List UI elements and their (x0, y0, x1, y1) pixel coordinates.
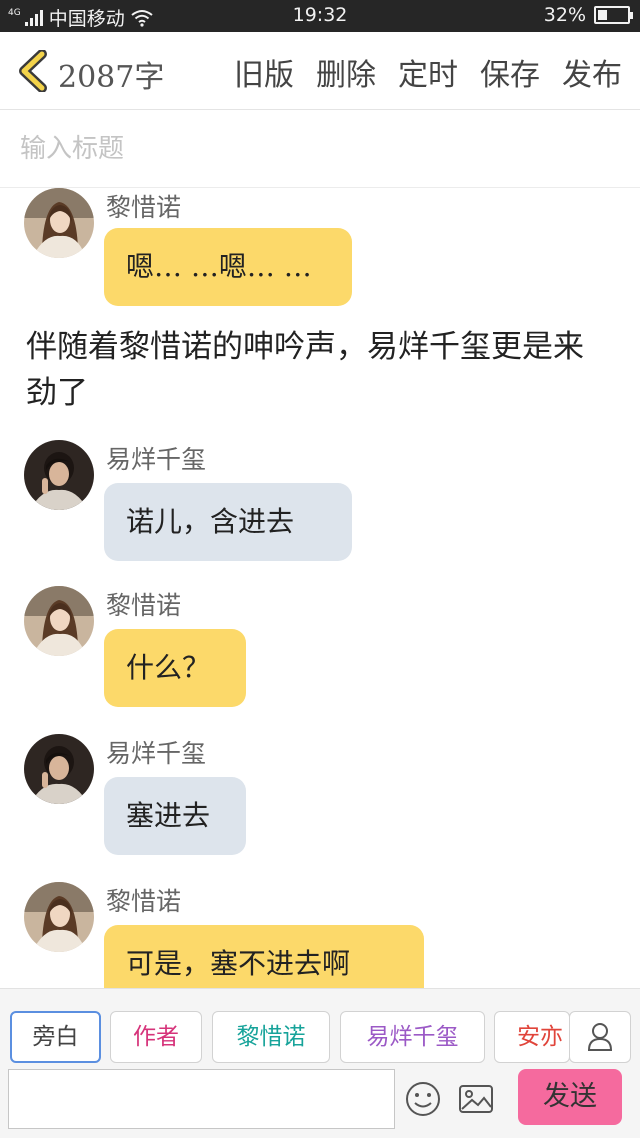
female-portrait-icon (24, 882, 94, 952)
chat-bubble[interactable]: 诺儿，含进去 (104, 483, 352, 561)
chat-bubble[interactable]: 嗯… …嗯… … (104, 228, 352, 306)
composer-row: 发送 (0, 1069, 640, 1131)
emoji-icon[interactable] (403, 1079, 443, 1119)
person-icon (587, 1023, 613, 1051)
message-input[interactable] (8, 1069, 395, 1129)
chat-area[interactable]: 黎惜诺 嗯… …嗯… … 伴随着黎惜诺的呻吟声，易烊千玺更是来劲了 易烊千玺 诺… (0, 188, 640, 988)
female-portrait-icon (24, 586, 94, 656)
role-tab-narrator[interactable]: 旁白 (10, 1011, 101, 1063)
title-row (0, 110, 640, 188)
role-tab-author[interactable]: 作者 (110, 1011, 202, 1063)
role-label: 旁白 (32, 1024, 79, 1050)
avatar-female[interactable] (24, 586, 94, 656)
speaker-name: 黎惜诺 (106, 591, 182, 620)
battery-fill (598, 10, 607, 20)
role-tab-linuo[interactable]: 黎惜诺 (212, 1011, 330, 1063)
role-label: 黎惜诺 (236, 1024, 306, 1050)
role-label: 作者 (133, 1024, 179, 1050)
status-bar: 4G 中国移动 19:32 32% (0, 0, 640, 32)
role-label: 安亦 (517, 1024, 563, 1050)
role-selector: 旁白 作者 黎惜诺 易烊千玺 安亦 (0, 1011, 640, 1065)
role-tab-yiyangqianxi[interactable]: 易烊千玺 (340, 1011, 485, 1063)
male-portrait-icon (24, 440, 94, 510)
battery-icon (594, 6, 633, 24)
image-icon[interactable] (456, 1079, 496, 1119)
chat-bubble[interactable]: 塞进去 (104, 777, 246, 855)
chat-bubble[interactable]: 可是，塞不进去啊 (104, 925, 424, 988)
publish-button[interactable]: 发布 (562, 50, 622, 94)
title-input[interactable] (20, 128, 620, 170)
delete-button[interactable]: 删除 (316, 50, 376, 94)
speaker-name: 黎惜诺 (106, 193, 182, 222)
send-button[interactable]: 发送 (518, 1069, 622, 1125)
toolbar-actions: 旧版 删除 定时 保存 发布 (234, 50, 622, 94)
speaker-name: 黎惜诺 (106, 887, 182, 916)
battery-percent: 32% (543, 4, 586, 26)
chat-message: 黎惜诺 可是，塞不进去啊 (0, 882, 640, 988)
speaker-name: 易烊千玺 (106, 739, 207, 768)
composer-panel: 旁白 作者 黎惜诺 易烊千玺 安亦 发送 (0, 988, 640, 1138)
avatar-male[interactable] (24, 734, 94, 804)
male-portrait-icon (24, 734, 94, 804)
old-version-button[interactable]: 旧版 (234, 50, 294, 94)
char-count: 2087字 (58, 60, 165, 95)
editor-toolbar: 2087字 旧版 删除 定时 保存 发布 (0, 32, 640, 110)
back-chevron-icon[interactable] (14, 50, 54, 92)
avatar-female[interactable] (24, 882, 94, 952)
role-label: 易烊千玺 (366, 1024, 459, 1050)
chat-message: 黎惜诺 什么？ (0, 586, 640, 710)
avatar-female[interactable] (24, 188, 94, 258)
speaker-name: 易烊千玺 (106, 445, 207, 474)
add-role-button[interactable] (569, 1011, 631, 1063)
save-button[interactable]: 保存 (480, 50, 540, 94)
chat-message: 易烊千玺 塞进去 (0, 734, 640, 858)
chat-message: 黎惜诺 嗯… …嗯… … (0, 188, 640, 308)
status-right: 32% (543, 4, 633, 26)
narration-text[interactable]: 伴随着黎惜诺的呻吟声，易烊千玺更是来劲了 (26, 324, 606, 416)
role-tab-anyi[interactable]: 安亦 (494, 1011, 570, 1063)
schedule-button[interactable]: 定时 (398, 50, 458, 94)
avatar-male[interactable] (24, 440, 94, 510)
chat-message: 易烊千玺 诺儿，含进去 (0, 440, 640, 564)
chat-bubble[interactable]: 什么？ (104, 629, 246, 707)
female-portrait-icon (24, 188, 94, 258)
